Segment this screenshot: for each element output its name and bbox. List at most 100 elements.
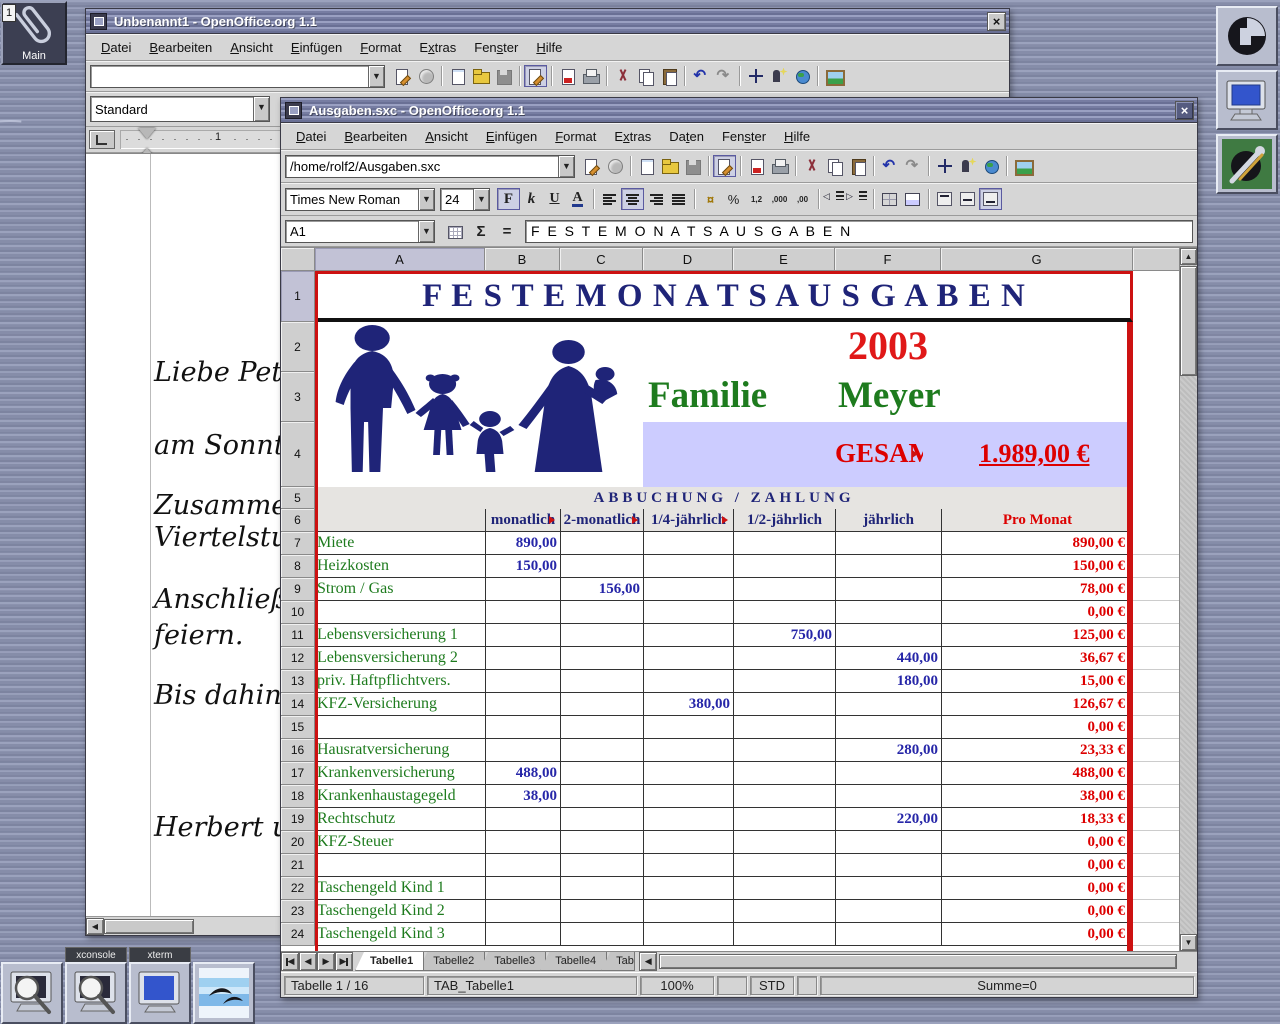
- cell-C23[interactable]: [560, 900, 643, 922]
- cell-total-value[interactable]: 1.989,00 €: [979, 439, 1090, 469]
- sheet-tab-tabelle1[interactable]: Tabelle1: [355, 952, 424, 971]
- cell-E12[interactable]: [733, 647, 835, 669]
- cell-D16[interactable]: [643, 739, 733, 761]
- delete-decimal-button[interactable]: ,00: [791, 188, 814, 210]
- cell-G21[interactable]: 0,00 €: [941, 854, 1133, 876]
- period-header-4[interactable]: 1/2-jährlich: [733, 509, 835, 531]
- window-menu-icon[interactable]: [285, 102, 302, 119]
- row-header-4[interactable]: 4: [281, 422, 315, 487]
- row-header-22[interactable]: 22: [281, 877, 315, 900]
- cell-G11[interactable]: 125,00 €: [941, 624, 1133, 646]
- cell-E15[interactable]: [733, 716, 835, 738]
- hyperlink-icon[interactable]: [790, 65, 813, 87]
- cell-B24[interactable]: [485, 923, 560, 945]
- window-menu-icon[interactable]: [90, 13, 107, 30]
- row-header-21[interactable]: 21: [281, 854, 315, 877]
- function-wizard-button[interactable]: [443, 220, 467, 242]
- cell-F7[interactable]: [835, 532, 941, 554]
- copy-icon[interactable]: [634, 65, 657, 87]
- cell-B15[interactable]: [485, 716, 560, 738]
- styles-icon[interactable]: [956, 155, 979, 177]
- menu-daten[interactable]: Daten: [660, 126, 713, 147]
- cell-E19[interactable]: [733, 808, 835, 830]
- cell-D7[interactable]: [643, 532, 733, 554]
- monitor-icon[interactable]: [1216, 70, 1278, 130]
- cell-A15[interactable]: [315, 716, 485, 738]
- cell-C10[interactable]: [560, 601, 643, 623]
- align-center-button[interactable]: [621, 188, 644, 210]
- valign-bottom-button[interactable]: [979, 188, 1002, 210]
- cell-C15[interactable]: [560, 716, 643, 738]
- menu-einfgen[interactable]: Einfügen: [477, 126, 546, 147]
- row-header-8[interactable]: 8: [281, 555, 315, 578]
- scroll-tabs-left-button[interactable]: ◀: [639, 952, 657, 971]
- stop-loading-icon[interactable]: [414, 65, 437, 87]
- cell-G22[interactable]: 0,00 €: [941, 877, 1133, 899]
- cell-A9[interactable]: Strom / Gas: [315, 578, 485, 600]
- increase-indent-button[interactable]: [846, 188, 869, 210]
- align-justify-button[interactable]: [667, 188, 690, 210]
- row-header-20[interactable]: 20: [281, 831, 315, 854]
- cell-A11[interactable]: Lebensversicherung 1: [315, 624, 485, 646]
- cell-D21[interactable]: [643, 854, 733, 876]
- gallery-icon[interactable]: [1011, 155, 1034, 177]
- scrollbar-thumb[interactable]: [659, 954, 1177, 969]
- column-header-G[interactable]: G: [941, 248, 1133, 271]
- cell-C19[interactable]: [560, 808, 643, 830]
- cell-A21[interactable]: [315, 854, 485, 876]
- vertical-scrollbar[interactable]: ▲ ▼: [1179, 248, 1197, 951]
- cell-E20[interactable]: [733, 831, 835, 853]
- chevron-down-icon[interactable]: ▼: [473, 189, 489, 210]
- align-right-button[interactable]: [644, 188, 667, 210]
- cell-F19[interactable]: 220,00: [835, 808, 941, 830]
- cell-E22[interactable]: [733, 877, 835, 899]
- status-page-style[interactable]: TAB_Tabelle1: [427, 976, 637, 995]
- chevron-down-icon[interactable]: ▼: [253, 97, 269, 121]
- cell-E10[interactable]: [733, 601, 835, 623]
- cell-C14[interactable]: [560, 693, 643, 715]
- cell-C11[interactable]: [560, 624, 643, 646]
- cell-D12[interactable]: [643, 647, 733, 669]
- openoffice-icon[interactable]: [193, 962, 255, 1024]
- cell-family-name[interactable]: Meyer: [838, 374, 941, 417]
- cell-G16[interactable]: 23,33 €: [941, 739, 1133, 761]
- cell-B7[interactable]: 890,00: [485, 532, 560, 554]
- undo-icon[interactable]: [878, 155, 901, 177]
- navigator-icon[interactable]: [933, 155, 956, 177]
- open-icon[interactable]: [658, 155, 681, 177]
- style-combo[interactable]: Standard ▼: [90, 96, 270, 122]
- sum-button[interactable]: Σ: [469, 220, 493, 242]
- add-decimal-button[interactable]: ,000: [768, 188, 791, 210]
- cell-F12[interactable]: 440,00: [835, 647, 941, 669]
- menu-extras[interactable]: Extras: [410, 37, 465, 58]
- borders-button[interactable]: [878, 188, 901, 210]
- cell-A18[interactable]: Krankenhaustagegeld: [315, 785, 485, 807]
- cell-F9[interactable]: [835, 578, 941, 600]
- row-header-24[interactable]: 24: [281, 923, 315, 946]
- cell-D20[interactable]: [643, 831, 733, 853]
- open-icon[interactable]: [469, 65, 492, 87]
- redo-icon[interactable]: [901, 155, 924, 177]
- cell-C18[interactable]: [560, 785, 643, 807]
- paste-icon[interactable]: [846, 155, 869, 177]
- cell-D10[interactable]: [643, 601, 733, 623]
- cell-G7[interactable]: 890,00 €: [941, 532, 1133, 554]
- italic-button[interactable]: k: [520, 188, 543, 210]
- horizontal-scrollbar[interactable]: [659, 952, 1197, 971]
- sheet-tab-tabelle4[interactable]: Tabelle4: [540, 952, 607, 971]
- cell-E7[interactable]: [733, 532, 835, 554]
- cell-F21[interactable]: [835, 854, 941, 876]
- cell-B20[interactable]: [485, 831, 560, 853]
- cell-D22[interactable]: [643, 877, 733, 899]
- writer-url-combo[interactable]: ▼: [90, 65, 385, 88]
- column-header-A[interactable]: A: [315, 248, 485, 271]
- cell-E21[interactable]: [733, 854, 835, 876]
- cell-G24[interactable]: 0,00 €: [941, 923, 1133, 945]
- menu-datei[interactable]: Datei: [92, 37, 140, 58]
- row-header-13[interactable]: 13: [281, 670, 315, 693]
- scroll-left-icon[interactable]: ◀: [86, 918, 104, 935]
- period-header-5[interactable]: jährlich: [835, 509, 941, 531]
- number-percent-button[interactable]: %: [722, 188, 745, 210]
- status-modified-flag[interactable]: [797, 976, 817, 995]
- menu-ansicht[interactable]: Ansicht: [221, 37, 282, 58]
